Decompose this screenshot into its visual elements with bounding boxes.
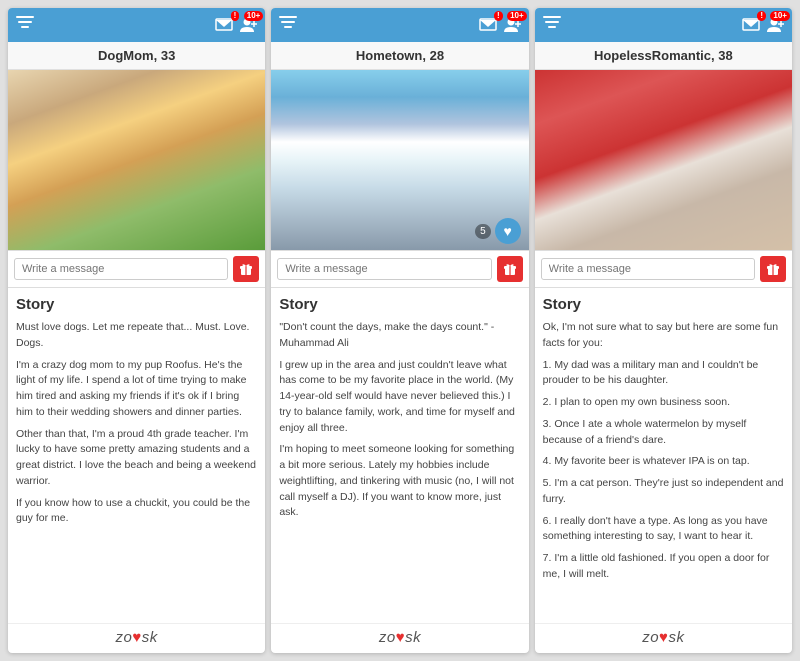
story-paragraph: Must love dogs. Let me repeate that... M…: [16, 320, 257, 352]
message-bar: [8, 250, 265, 288]
story-paragraph: 5. I'm a cat person. They're just so ind…: [543, 476, 784, 508]
profile-photo: [8, 70, 265, 250]
gift-button[interactable]: [233, 256, 259, 282]
story-paragraph: I grew up in the area and just couldn't …: [279, 358, 520, 437]
heart-button[interactable]: ♥: [495, 218, 521, 244]
zoosk-text: zo♥sk: [642, 629, 684, 646]
story-section: Story "Don't count the days, make the day…: [271, 288, 528, 623]
story-section: Story Must love dogs. Let me repeate that…: [8, 288, 265, 623]
story-paragraph: I'm hoping to meet someone looking for s…: [279, 442, 520, 521]
exclaim-badge: !: [494, 11, 503, 21]
profile-photo: [535, 70, 792, 250]
story-paragraph: Ok, I'm not sure what to say but here ar…: [543, 320, 784, 352]
story-paragraph: If you know how to use a chuckit, you co…: [16, 496, 257, 528]
zoosk-text: zo♥sk: [116, 629, 158, 646]
story-text: Ok, I'm not sure what to say but here ar…: [543, 320, 784, 583]
story-title: Story: [16, 296, 257, 313]
zoosk-heart-icon: ♥: [396, 629, 405, 646]
story-title: Story: [279, 296, 520, 313]
person-badge-container[interactable]: 10+: [503, 17, 521, 33]
story-title: Story: [543, 296, 784, 313]
story-paragraph: I'm a crazy dog mom to my pup Roofus. He…: [16, 358, 257, 421]
gift-button[interactable]: [497, 256, 523, 282]
filter-icon[interactable]: [543, 16, 561, 35]
tenplus-badge: 10+: [507, 11, 527, 21]
story-text: "Don't count the days, make the days cou…: [279, 320, 520, 521]
story-paragraph: Other than that, I'm a proud 4th grade t…: [16, 427, 257, 490]
compose-badge-container[interactable]: !: [215, 17, 233, 33]
compose-badge-container[interactable]: !: [742, 17, 760, 33]
story-text: Must love dogs. Let me repeate that... M…: [16, 320, 257, 527]
exclaim-badge: !: [231, 11, 240, 21]
story-paragraph: 7. I'm a little old fashioned. If you op…: [543, 551, 784, 583]
zoosk-heart-icon: ♥: [132, 629, 141, 646]
message-bar: [535, 250, 792, 288]
message-input[interactable]: [541, 258, 755, 280]
header-right-icons: ! 10+: [742, 17, 784, 33]
zoosk-logo: zo♥sk: [271, 623, 528, 653]
story-paragraph: "Don't count the days, make the days cou…: [279, 320, 520, 352]
tenplus-badge: 10+: [244, 11, 264, 21]
cards-container: ! 10+ DogMom, 33 Story Must love dogs. Le…: [0, 0, 800, 661]
story-paragraph: 6. I really don't have a type. As long a…: [543, 514, 784, 546]
zoosk-logo: zo♥sk: [535, 623, 792, 653]
exclaim-badge: !: [757, 11, 766, 21]
profile-name: Hometown, 28: [271, 42, 528, 70]
profile-card-2: ! 10+ Hometown, 285♥ Story"Don't count t…: [271, 8, 528, 653]
card-header: ! 10+: [535, 8, 792, 42]
filter-icon[interactable]: [16, 16, 34, 35]
card-header: ! 10+: [8, 8, 265, 42]
header-right-icons: ! 10+: [215, 17, 257, 33]
story-paragraph: 4. My favorite beer is whatever IPA is o…: [543, 454, 784, 470]
profile-name: HopelessRomantic, 38: [535, 42, 792, 70]
zoosk-logo: zo♥sk: [8, 623, 265, 653]
filter-icon[interactable]: [279, 16, 297, 35]
profile-card-3: ! 10+ HopelessRomantic, 38 Story Ok, I'm …: [535, 8, 792, 653]
profile-photo: 5♥: [271, 70, 528, 250]
header-right-icons: ! 10+: [479, 17, 521, 33]
profile-name: DogMom, 33: [8, 42, 265, 70]
gift-button[interactable]: [760, 256, 786, 282]
photo-count: 5: [475, 224, 491, 239]
photo-overlay-icons: 5♥: [475, 218, 521, 244]
message-input[interactable]: [14, 258, 228, 280]
person-badge-container[interactable]: 10+: [766, 17, 784, 33]
story-paragraph: 1. My dad was a military man and I could…: [543, 358, 784, 390]
zoosk-text: zo♥sk: [379, 629, 421, 646]
story-paragraph: 3. Once I ate a whole watermelon by myse…: [543, 417, 784, 449]
compose-badge-container[interactable]: !: [479, 17, 497, 33]
story-section: Story Ok, I'm not sure what to say but he…: [535, 288, 792, 623]
story-paragraph: 2. I plan to open my own business soon.: [543, 395, 784, 411]
message-bar: [271, 250, 528, 288]
tenplus-badge: 10+: [770, 11, 790, 21]
message-input[interactable]: [277, 258, 491, 280]
profile-card-1: ! 10+ DogMom, 33 Story Must love dogs. Le…: [8, 8, 265, 653]
card-header: ! 10+: [271, 8, 528, 42]
zoosk-heart-icon: ♥: [659, 629, 668, 646]
person-badge-container[interactable]: 10+: [239, 17, 257, 33]
